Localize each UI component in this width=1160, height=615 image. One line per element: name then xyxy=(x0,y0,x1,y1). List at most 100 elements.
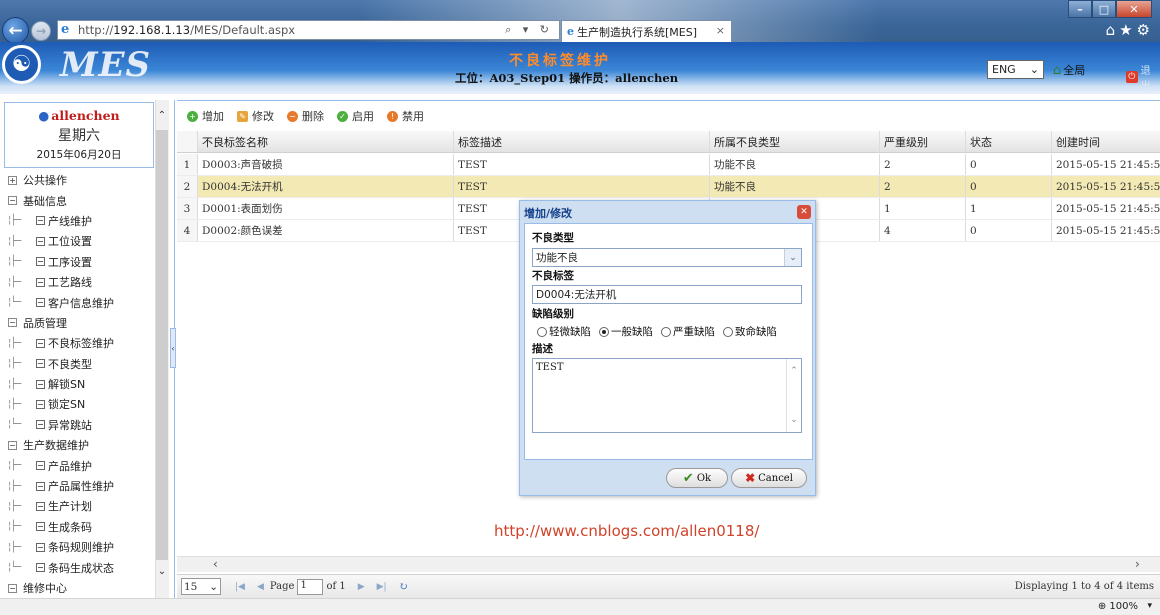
address-tools-icons[interactable]: ⌕ ▾ ↻ xyxy=(505,23,553,37)
sidebar-scroll-thumb[interactable] xyxy=(156,130,168,560)
menu-item[interactable]: ¦├─ 产线维护 xyxy=(4,211,154,231)
page-size-select[interactable]: 15 ⌄ xyxy=(181,578,221,595)
last-page-icon[interactable]: ▶| xyxy=(377,582,387,592)
page-number-input[interactable]: 1 xyxy=(297,578,324,595)
menu-item[interactable]: ¦├─ 解锁SN xyxy=(4,374,154,394)
menu-group[interactable]: + 公共操作 xyxy=(4,170,154,190)
table-cell: 2 xyxy=(880,176,966,197)
page-icon xyxy=(36,338,45,348)
radio-checked-icon[interactable] xyxy=(599,326,609,337)
horizontal-scrollbar[interactable] xyxy=(177,556,1160,572)
add-button[interactable]: + 增加 xyxy=(187,108,224,124)
collapse-icon[interactable]: − xyxy=(8,440,17,450)
radio-label: 致命缺陷 xyxy=(735,326,777,338)
scroll-left-icon[interactable]: ‹ xyxy=(213,557,218,571)
defect-level-radio[interactable]: 严重缺陷 xyxy=(661,324,715,339)
menu-item[interactable]: ¦├─ 工序设置 xyxy=(4,252,154,272)
window-close-icon[interactable]: ✕ xyxy=(1116,0,1152,18)
refresh-icon[interactable]: ↻ xyxy=(399,580,408,593)
menu-item[interactable]: ¦├─ 不良类型 xyxy=(4,354,154,374)
chevron-down-icon: ⌄ xyxy=(209,580,218,593)
enable-button[interactable]: ✓ 启用 xyxy=(337,108,374,124)
sidebar-collapse-handle[interactable]: ‹ xyxy=(170,328,176,368)
menu-group[interactable]: − 生产数据维护 xyxy=(4,435,154,455)
column-header[interactable]: 标签描述 xyxy=(454,131,710,152)
chevron-down-icon[interactable]: ▾ xyxy=(1147,601,1152,611)
chevron-up-icon[interactable]: ⌃ xyxy=(790,366,798,376)
defect-tag-input[interactable]: D0004:无法开机 xyxy=(532,285,802,304)
column-header[interactable]: 严重级别 xyxy=(880,131,966,152)
chevron-down-icon[interactable]: ⌄ xyxy=(784,249,801,266)
page-icon xyxy=(36,420,45,430)
column-header[interactable]: 状态 xyxy=(966,131,1052,152)
defect-type-select[interactable]: 功能不良 ⌄ xyxy=(532,248,802,267)
menu-item[interactable]: ¦├─ 工艺路线 xyxy=(4,272,154,292)
disable-button[interactable]: ! 禁用 xyxy=(387,108,424,124)
delete-button[interactable]: − 删除 xyxy=(287,108,324,124)
menu-item[interactable]: ¦├─ 不良标签维护 xyxy=(4,333,154,353)
desc-label: 描述 xyxy=(532,343,553,355)
menu-group[interactable]: − 品质管理 xyxy=(4,313,154,333)
defect-level-radio[interactable]: 轻微缺陷 xyxy=(537,324,591,339)
menu-label: 公共操作 xyxy=(23,174,67,188)
maximize-icon[interactable]: □ xyxy=(1092,0,1116,18)
table-row[interactable]: 1 D0003:声音破损 TEST 功能不良 2 0 2015-05-15 21:45:51 xyxy=(177,154,1160,176)
menu-item[interactable]: ¦├─ 产品属性维护 xyxy=(4,476,154,496)
row-number: 4 xyxy=(177,220,198,241)
language-select[interactable]: ENG ⌄ xyxy=(987,60,1044,79)
cancel-button[interactable]: ✖ Cancel xyxy=(731,468,807,488)
zoom-icon: ⊕ xyxy=(1097,601,1110,612)
column-header[interactable]: 不良标签名称 xyxy=(198,131,454,152)
menu-item[interactable]: ¦├─ 生产计划 xyxy=(4,496,154,516)
menu-item[interactable]: ¦├─ 工位设置 xyxy=(4,231,154,251)
menu-group[interactable]: − 维修中心 xyxy=(4,578,154,598)
browser-tools: ⌂★⚙ xyxy=(1106,21,1154,39)
menu-item[interactable]: ¦└─ 客户信息维护 xyxy=(4,292,154,312)
global-button[interactable]: ⌂ 全局 xyxy=(1053,62,1085,78)
defect-level-radio[interactable]: 一般缺陷 xyxy=(599,324,653,339)
collapse-icon[interactable]: − xyxy=(8,196,17,206)
description-textarea[interactable]: TEST ⌃ ⌄ xyxy=(532,358,802,433)
table-cell: 2015-05-15 21:45:51 xyxy=(1056,158,1160,171)
menu-group[interactable]: − 基础信息 xyxy=(4,190,154,210)
menu-item[interactable]: ¦└─ 异常跳站 xyxy=(4,415,154,435)
menu-item[interactable]: ¦├─ 生成条码 xyxy=(4,517,154,537)
menu-item[interactable]: ¦├─ 条码规则维护 xyxy=(4,537,154,557)
menu-item[interactable]: ¦├─ 产品维护 xyxy=(4,455,154,475)
table-row[interactable]: 2 D0004:无法开机 TEST 功能不良 2 0 2015-05-15 21:45:51 xyxy=(177,176,1160,198)
textarea-scrollbar[interactable]: ⌃ ⌄ xyxy=(786,359,801,432)
tab-close-icon[interactable]: × xyxy=(716,24,725,37)
browser-tab[interactable]: e 生产制造执行系统[MES] × xyxy=(561,20,732,42)
settings-gear-icon[interactable]: ⚙ xyxy=(1137,21,1154,39)
radio-unchecked-icon[interactable] xyxy=(661,326,671,337)
minimize-icon[interactable]: – xyxy=(1068,0,1092,18)
first-page-icon[interactable]: |◀ xyxy=(235,582,245,592)
scroll-down-icon[interactable]: ⌄ xyxy=(155,566,169,580)
address-bar[interactable]: e http://192.168.1.13/MES/Default.aspx ⌕… xyxy=(57,20,560,40)
menu-item[interactable]: ¦├─ 锁定SN xyxy=(4,394,154,414)
edit-button[interactable]: ✎ 修改 xyxy=(237,108,274,124)
defect-level-radio[interactable]: 致命缺陷 xyxy=(723,324,777,339)
prev-page-icon[interactable]: ◀ xyxy=(257,582,264,592)
favorites-star-icon[interactable]: ★ xyxy=(1119,21,1136,39)
forward-arrow-icon[interactable]: → xyxy=(31,21,51,41)
column-header[interactable]: 创建时间 xyxy=(1052,131,1160,152)
scroll-up-icon[interactable]: ⌃ xyxy=(155,110,169,124)
collapse-icon[interactable]: − xyxy=(8,318,17,328)
menu-label: 工艺路线 xyxy=(48,276,92,290)
scroll-right-icon[interactable]: › xyxy=(1135,557,1140,571)
zoom-level[interactable]: ⊕ 100% xyxy=(1098,601,1138,612)
expand-icon[interactable]: + xyxy=(8,175,17,185)
chevron-down-icon[interactable]: ⌄ xyxy=(790,415,798,425)
ok-button[interactable]: ✔ Ok xyxy=(666,468,728,488)
logout-button[interactable]: ⏻ 退出 xyxy=(1126,62,1160,92)
next-page-icon[interactable]: ▶ xyxy=(358,582,365,592)
column-header[interactable]: 所属不良类型 xyxy=(710,131,880,152)
radio-unchecked-icon[interactable] xyxy=(537,326,547,337)
collapse-icon[interactable]: − xyxy=(8,583,17,593)
radio-unchecked-icon[interactable] xyxy=(723,326,733,337)
dialog-close-icon[interactable]: ✕ xyxy=(797,205,811,219)
home-icon[interactable]: ⌂ xyxy=(1106,21,1120,39)
menu-item[interactable]: ¦└─ 条码生成状态 xyxy=(4,557,154,577)
back-arrow-icon[interactable]: ← xyxy=(2,17,29,42)
